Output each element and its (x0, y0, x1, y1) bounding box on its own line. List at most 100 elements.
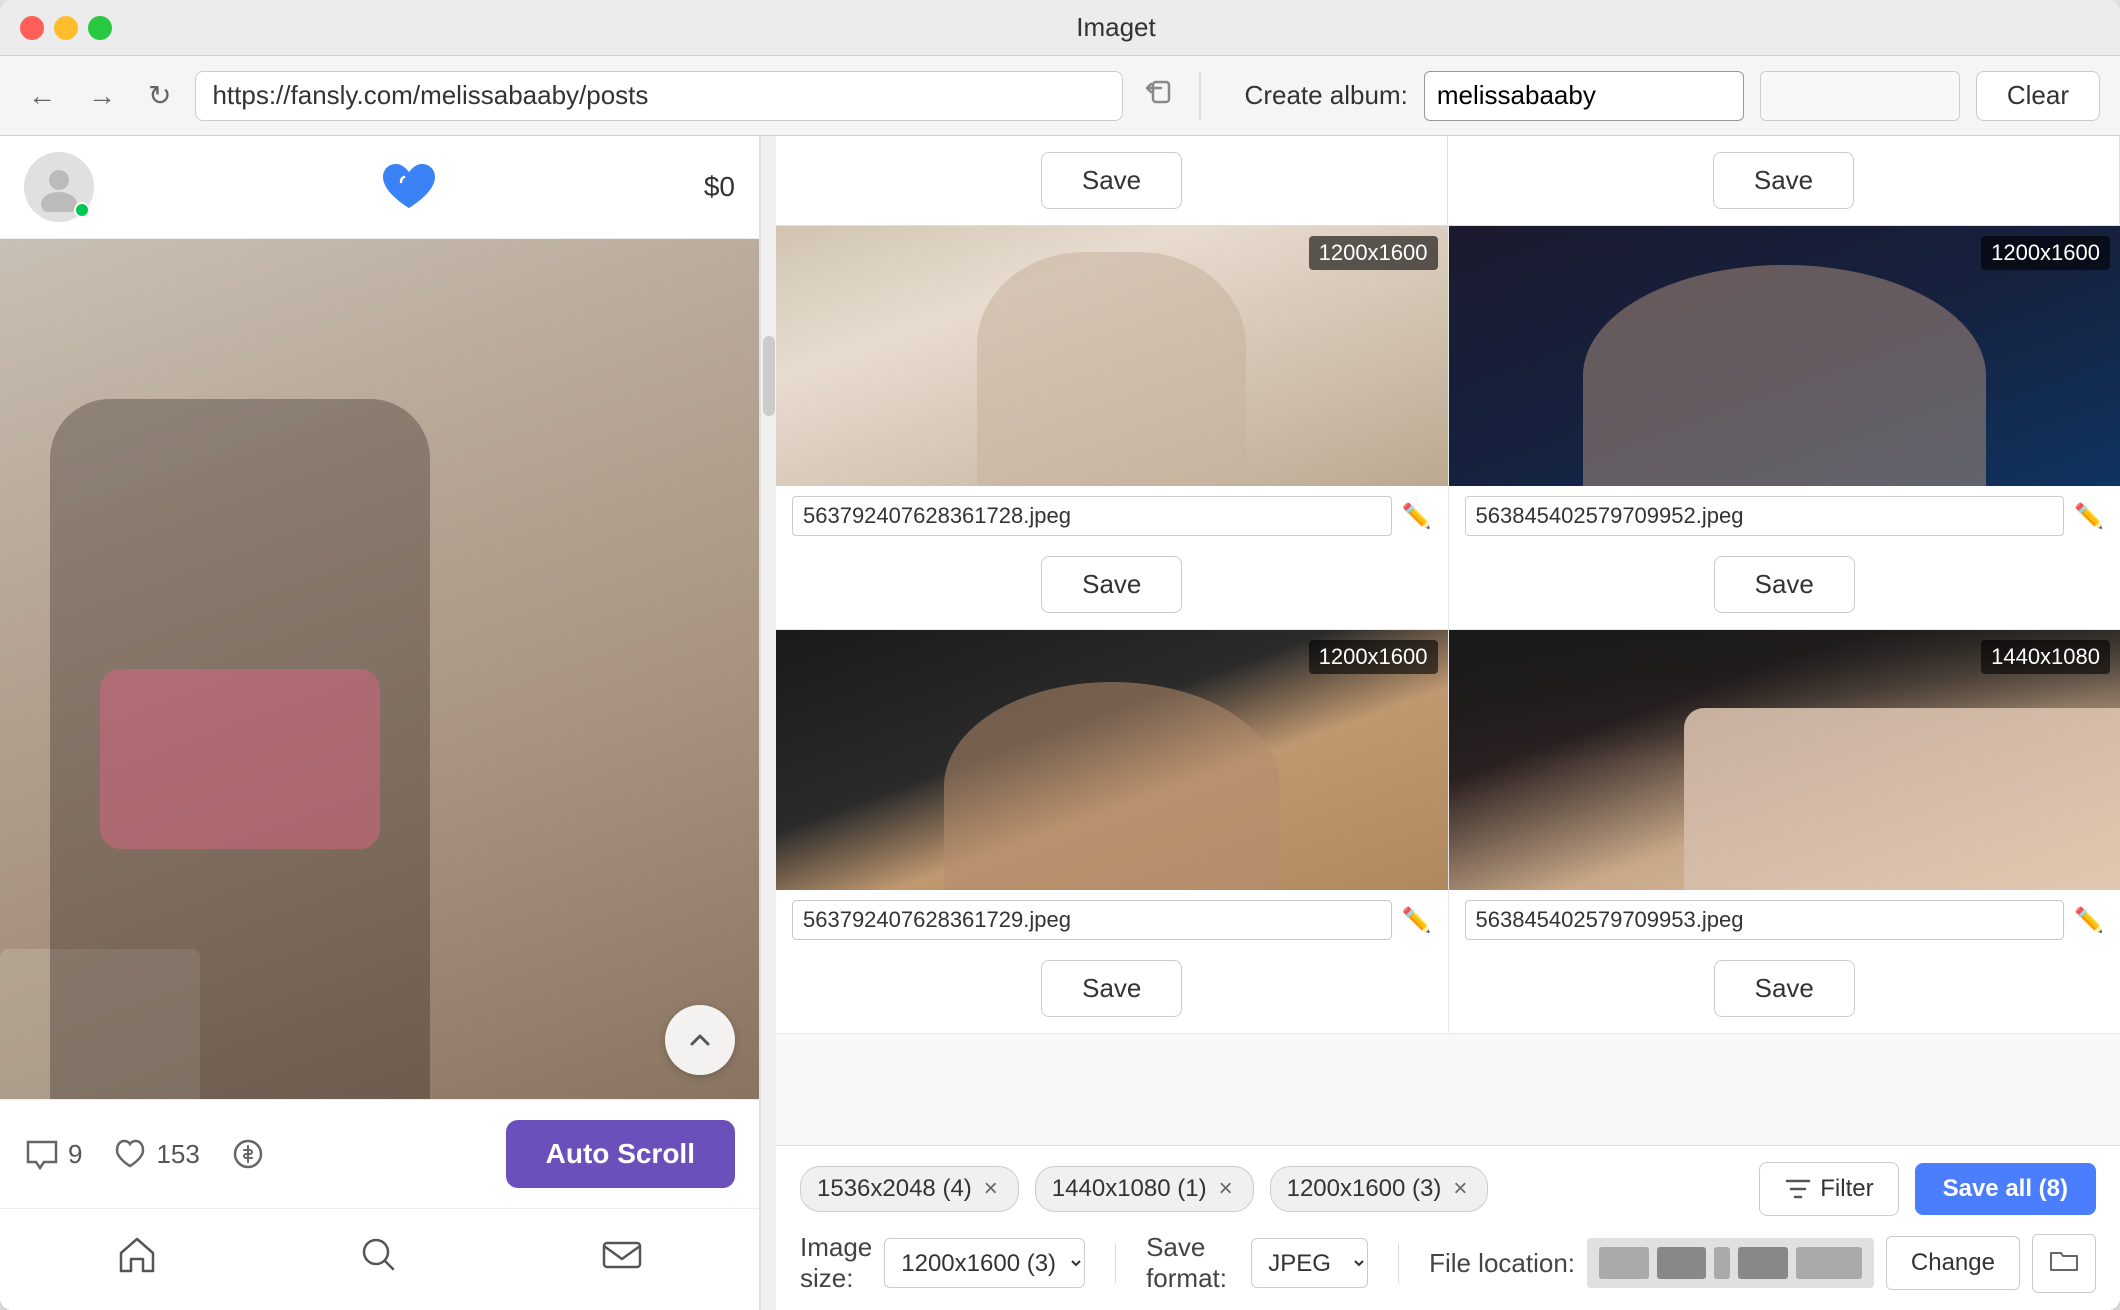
image-filename-row-4: ✏️ (1449, 890, 2120, 950)
image-size-label: Image size: (800, 1232, 872, 1294)
save-button-2[interactable]: Save (1714, 556, 1855, 613)
image-save-row-4: Save (1449, 950, 2120, 1033)
file-location-label: File location: (1429, 1248, 1575, 1279)
post-actions: 9 153 Auto Scroll (0, 1099, 759, 1208)
comment-icon (24, 1136, 60, 1172)
browser-toolbar: ← → ↻ Create album: Clear (0, 56, 2120, 136)
size-tag-1-close[interactable]: × (980, 1175, 1002, 1203)
image-save-row-2: Save (1449, 546, 2120, 629)
image-cell-1: 1200x1600 ✏️ Save (776, 226, 1449, 629)
heart-icon (379, 160, 439, 214)
image-grid: 1200x1600 ✏️ Save (776, 226, 2120, 1145)
save-all-button[interactable]: Save all (8) (1915, 1163, 2096, 1215)
right-toolbar: Create album: Clear (1245, 71, 2100, 121)
filter-label: Filter (1820, 1175, 1873, 1203)
image-thumbnail-2[interactable]: 1200x1600 (1449, 226, 2120, 486)
size-tag-1: 1536x2048 (4) × (800, 1166, 1019, 1212)
location-segment-1 (1599, 1247, 1648, 1279)
address-bar[interactable] (195, 71, 1122, 121)
clear-button[interactable]: Clear (1976, 71, 2100, 121)
dollar-icon (230, 1136, 266, 1172)
titlebar: Imaget (0, 0, 2120, 56)
share-icon-button[interactable] (1139, 74, 1175, 118)
top-save-button-2[interactable]: Save (1713, 152, 1854, 209)
filename-input-1[interactable] (792, 496, 1392, 536)
maximize-button[interactable] (88, 16, 112, 40)
bottom-nav (0, 1208, 759, 1310)
online-indicator (74, 202, 90, 218)
close-button[interactable] (20, 16, 44, 40)
filter-button[interactable]: Filter (1759, 1162, 1898, 1216)
change-button[interactable]: Change (1886, 1236, 2020, 1290)
back-button[interactable]: ← (20, 72, 64, 120)
edit-icon-2[interactable]: ✏️ (2074, 502, 2104, 531)
edit-icon-4[interactable]: ✏️ (2074, 906, 2104, 935)
main-content: $0 (0, 136, 2120, 1310)
album-name-input[interactable] (1424, 71, 1744, 121)
image-dims-badge-2: 1200x1600 (1981, 236, 2110, 270)
image-filename-row-2: ✏️ (1449, 486, 2120, 546)
save-button-4[interactable]: Save (1714, 960, 1855, 1017)
size-tag-2-close[interactable]: × (1215, 1175, 1237, 1203)
file-location-bar (1587, 1238, 1874, 1288)
traffic-lights (20, 16, 112, 40)
comments-count: 9 (68, 1139, 82, 1170)
heart-icon-container (114, 160, 704, 214)
image-thumbnail-1[interactable]: 1200x1600 (776, 226, 1448, 486)
mail-nav-button[interactable] (592, 1225, 652, 1294)
scrollbar[interactable] (760, 136, 776, 1310)
save-format-select[interactable]: JPEG PNG WEBP (1251, 1238, 1368, 1288)
forward-button[interactable]: → (80, 72, 124, 120)
likes-action[interactable]: 153 (112, 1136, 199, 1172)
image-filename-row-1: ✏️ (776, 486, 1448, 546)
image-row-2: 1200x1600 ✏️ Save (776, 630, 2120, 1034)
right-panel: Save Save 1200x1600 (776, 136, 2120, 1310)
image-size-select[interactable]: 1200x1600 (3) 1536x2048 (4) 1440x1080 (1… (884, 1238, 1085, 1288)
save-format-setting: Save format: JPEG PNG WEBP (1146, 1232, 1368, 1294)
location-segment-3 (1714, 1247, 1730, 1279)
folder-button[interactable] (2032, 1234, 2096, 1293)
left-panel: $0 (0, 136, 760, 1310)
folder-icon (2049, 1245, 2079, 1275)
filename-input-2[interactable] (1465, 496, 2065, 536)
home-nav-button[interactable] (107, 1225, 167, 1294)
image-cell-3: 1200x1600 ✏️ Save (776, 630, 1449, 1033)
image-thumbnail-3[interactable]: 1200x1600 (776, 630, 1448, 890)
window-title: Imaget (132, 12, 2100, 43)
profile-header: $0 (0, 136, 759, 239)
top-save-cell-2: Save (1448, 136, 2120, 225)
save-button-3[interactable]: Save (1041, 960, 1182, 1017)
tip-action[interactable] (230, 1136, 266, 1172)
minimize-button[interactable] (54, 16, 78, 40)
scroll-up-button[interactable] (665, 1005, 735, 1075)
comments-action[interactable]: 9 (24, 1136, 82, 1172)
top-save-cell-1: Save (776, 136, 1448, 225)
filename-input-3[interactable] (792, 900, 1392, 940)
likes-count: 153 (156, 1139, 199, 1170)
edit-icon-3[interactable]: ✏️ (1402, 906, 1432, 935)
main-image-area (0, 239, 759, 1099)
refresh-button[interactable]: ↻ (140, 71, 179, 120)
top-save-button-1[interactable]: Save (1041, 152, 1182, 209)
scrollbar-thumb[interactable] (763, 336, 775, 416)
filename-input-4[interactable] (1465, 900, 2065, 940)
size-tag-3-close[interactable]: × (1449, 1175, 1471, 1203)
bottom-bar: 1536x2048 (4) × 1440x1080 (1) × 1200x160… (776, 1145, 2120, 1310)
app-window: Imaget ← → ↻ Create album: (0, 0, 2120, 1310)
file-location-setting: File location: Change (1429, 1234, 2096, 1293)
location-segment-2 (1657, 1247, 1706, 1279)
size-tag-2: 1440x1080 (1) × (1035, 1166, 1254, 1212)
create-album-label: Create album: (1245, 80, 1408, 111)
save-button-1[interactable]: Save (1041, 556, 1182, 613)
avatar-container (24, 152, 94, 222)
search-nav-button[interactable] (349, 1225, 409, 1294)
settings-row: Image size: 1200x1600 (3) 1536x2048 (4) … (800, 1232, 2096, 1294)
top-save-row: Save Save (776, 136, 2120, 226)
edit-icon-1[interactable]: ✏️ (1402, 502, 1432, 531)
auto-scroll-button[interactable]: Auto Scroll (506, 1120, 735, 1188)
image-thumbnail-4[interactable]: 1440x1080 (1449, 630, 2120, 890)
image-dims-badge-1: 1200x1600 (1309, 236, 1438, 270)
image-dims-badge-4: 1440x1080 (1981, 640, 2110, 674)
size-tag-3: 1200x1600 (3) × (1270, 1166, 1489, 1212)
image-save-row-3: Save (776, 950, 1448, 1033)
